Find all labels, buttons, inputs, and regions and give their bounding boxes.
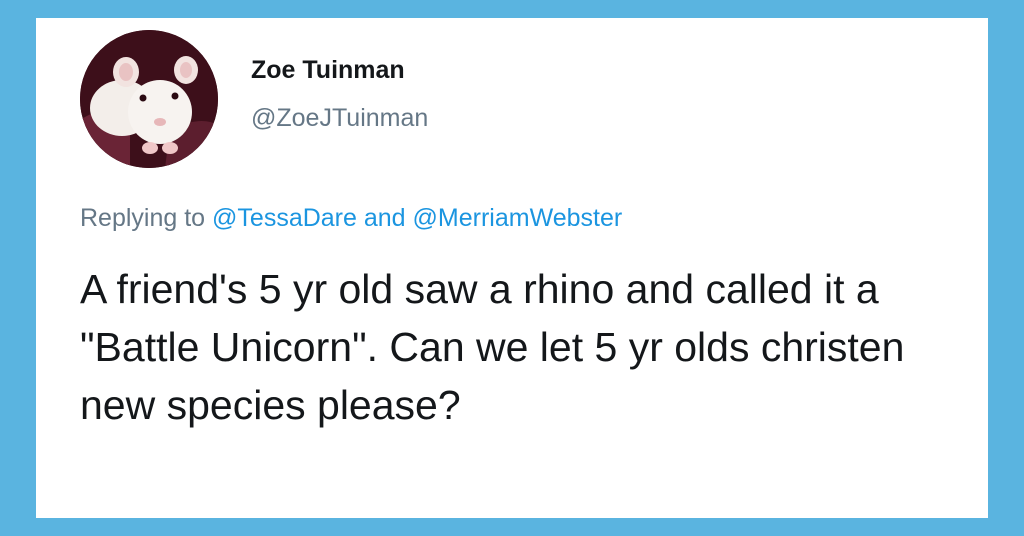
profile-avatar[interactable] — [80, 30, 218, 168]
tweet-card: Zoe Tuinman @ZoeJTuinman Replying to @Te… — [36, 18, 988, 518]
replying-to-label: Replying to — [80, 204, 206, 232]
mention-tessadare-link[interactable]: @TessaDare — [212, 204, 357, 232]
user-handle[interactable]: @ZoeJTuinman — [251, 104, 428, 133]
mention-merriamwebster-link[interactable]: @MerriamWebster — [413, 204, 623, 232]
reply-conjunction: and — [363, 204, 406, 232]
tweet-text: A friend's 5 yr old saw a rhino and call… — [80, 266, 905, 428]
white-rat-avatar-icon — [80, 30, 218, 168]
display-name[interactable]: Zoe Tuinman — [251, 56, 405, 85]
replying-to-line: Replying to @TessaDare and @MerriamWebst… — [80, 204, 622, 233]
